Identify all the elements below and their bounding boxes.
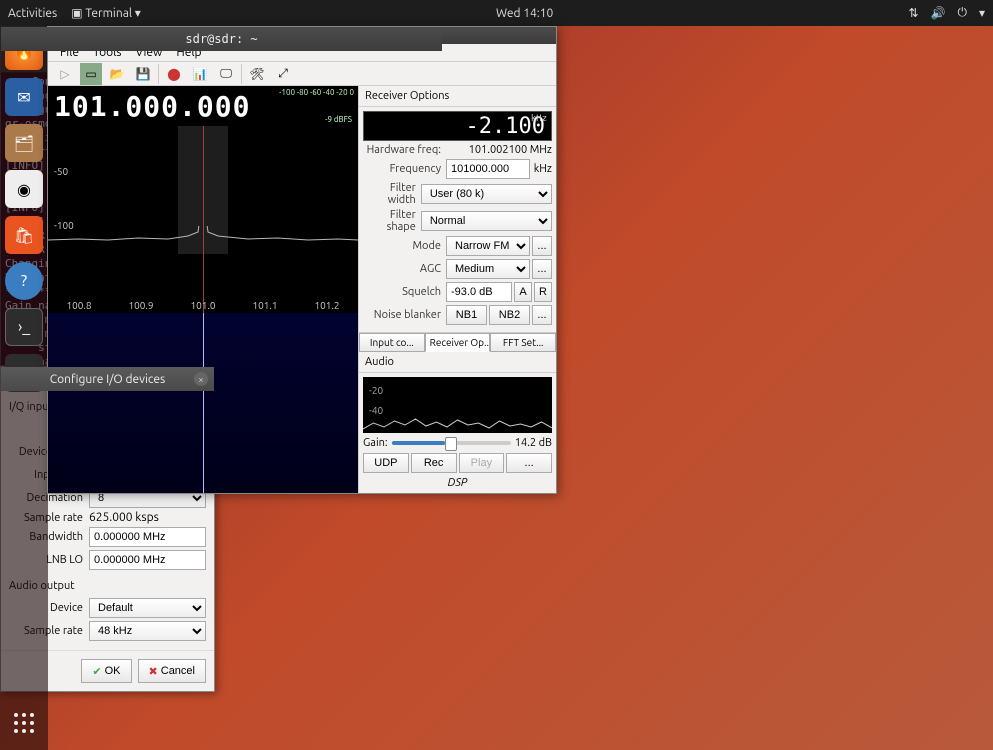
chevron-down-icon[interactable]: ▾ [979, 6, 985, 20]
network-icon[interactable]: ⇅ [908, 6, 918, 20]
spectrum-plot[interactable]: -50 -100 100.8 100.9 101.0 101.1 101.2 [48, 126, 358, 493]
filter-width-select[interactable]: User (80 k) [421, 184, 552, 204]
audio-panel-title: Audio [359, 352, 556, 373]
gain-value: 14.2 dB [515, 437, 552, 449]
gain-slider[interactable] [392, 441, 511, 445]
help-icon[interactable]: ? [5, 262, 43, 300]
show-apps-button[interactable] [5, 704, 43, 742]
gnome-topbar: Activities ▣ Terminal ▾ Wed 14:10 ⇅ 🔊 ⏻ … [0, 0, 993, 26]
app-menu[interactable]: ▣ Terminal ▾ [71, 6, 141, 20]
play-button[interactable]: ▷ [54, 63, 76, 85]
close-icon[interactable]: × [194, 372, 208, 386]
signal-level: -9 dBFS [325, 115, 352, 124]
ok-button[interactable]: ✔OK [81, 659, 131, 683]
tab-input-controls[interactable]: Input co... [359, 333, 425, 352]
mode-select[interactable]: Narrow FM [446, 236, 530, 256]
y-tick: -50 [54, 166, 68, 177]
tab-receiver-options[interactable]: Receiver Op... [425, 333, 491, 352]
fullscreen-button[interactable]: ⤢ [272, 63, 294, 85]
receiver-tabs: Input co... Receiver Op... FFT Set... [359, 332, 556, 352]
record-button[interactable]: ⬤ [163, 63, 185, 85]
gqrx-toolbar: ▷ ▭ 📂 💾 ⬤ 📊 🖵 🛠 ⤢ [48, 62, 556, 86]
audio-rate-select[interactable]: 48 kHz [89, 621, 206, 641]
nb2-button[interactable]: NB2 [489, 305, 530, 325]
audio-spectrum[interactable]: -20 -40 [363, 377, 552, 433]
agc-select[interactable]: Medium [446, 259, 530, 279]
volume-icon[interactable]: 🔊 [931, 6, 946, 20]
clock[interactable]: Wed 14:10 [141, 7, 909, 20]
dsp-label: DSP [363, 477, 552, 489]
audio-device-select[interactable]: Default [89, 598, 206, 618]
nb1-button[interactable]: NB1 [446, 305, 487, 325]
x-axis: 100.8 100.9 101.0 101.1 101.2 [48, 300, 358, 311]
agc-options-button[interactable]: ... [532, 259, 552, 279]
filter-shape-select[interactable]: Normal [421, 211, 552, 231]
sample-rate-value: 625.000 ksps [89, 511, 159, 524]
terminal-titlebar[interactable]: sdr@sdr: ~ [1, 27, 442, 51]
power-icon[interactable]: ⏻ [957, 6, 967, 20]
bandwidth-input[interactable] [89, 527, 206, 547]
terminal-icon[interactable]: ›_ [5, 308, 43, 346]
cancel-button[interactable]: ✖Cancel [138, 659, 206, 683]
offset-freq-lcd[interactable]: -2.100 kHz [363, 111, 552, 141]
nb-options-button[interactable]: ... [532, 305, 552, 325]
hw-freq-value: 101.002100 MHz [446, 144, 552, 156]
mode-options-button[interactable]: ... [532, 236, 552, 256]
lnb-lo-input[interactable] [89, 550, 206, 570]
gqrx-window: Gqrx 2.11.5 - driver=lime,soapy=0 File T… [47, 26, 557, 494]
frequency-input[interactable] [446, 159, 530, 179]
tab-fft-settings[interactable]: FFT Set... [490, 333, 556, 352]
io-dialog-titlebar[interactable]: Configure I/O devices × [1, 367, 214, 391]
save-button[interactable]: 💾 [132, 63, 154, 85]
squelch-auto-button[interactable]: A [514, 282, 532, 302]
udp-button[interactable]: UDP [363, 453, 409, 473]
hw-freq-label: Hardware freq: [363, 144, 441, 156]
software-icon[interactable]: 🛍 [5, 216, 43, 254]
signal-ruler: -100 -80 -60 -40 -20 0 [279, 88, 354, 97]
audio-options-button[interactable]: ... [506, 453, 552, 473]
screenshot-button[interactable]: 🖵 [215, 63, 237, 85]
gain-label: Gain: [363, 437, 388, 449]
settings-button[interactable]: 🛠 [246, 63, 268, 85]
spectrum-button[interactable]: 📊 [189, 63, 211, 85]
rec-button[interactable]: Rec [411, 453, 457, 473]
squelch-input[interactable] [446, 282, 512, 302]
receiver-options-title: Receiver Options [359, 86, 556, 107]
activities-button[interactable]: Activities [8, 7, 57, 20]
config-button[interactable]: ▭ [80, 63, 102, 85]
play-button-audio: Play [459, 453, 505, 473]
frequency-display[interactable]: 101.000.000 -100 -80 -60 -40 -20 0 -9 dB… [48, 86, 358, 126]
files-icon[interactable]: 🗂 [5, 124, 43, 162]
waterfall-plot[interactable] [48, 313, 358, 493]
thunderbird-icon[interactable]: ✉ [5, 78, 43, 116]
open-button[interactable]: 📂 [106, 63, 128, 85]
squelch-reset-button[interactable]: R [534, 282, 552, 302]
rhythmbox-icon[interactable]: ◉ [5, 170, 43, 208]
